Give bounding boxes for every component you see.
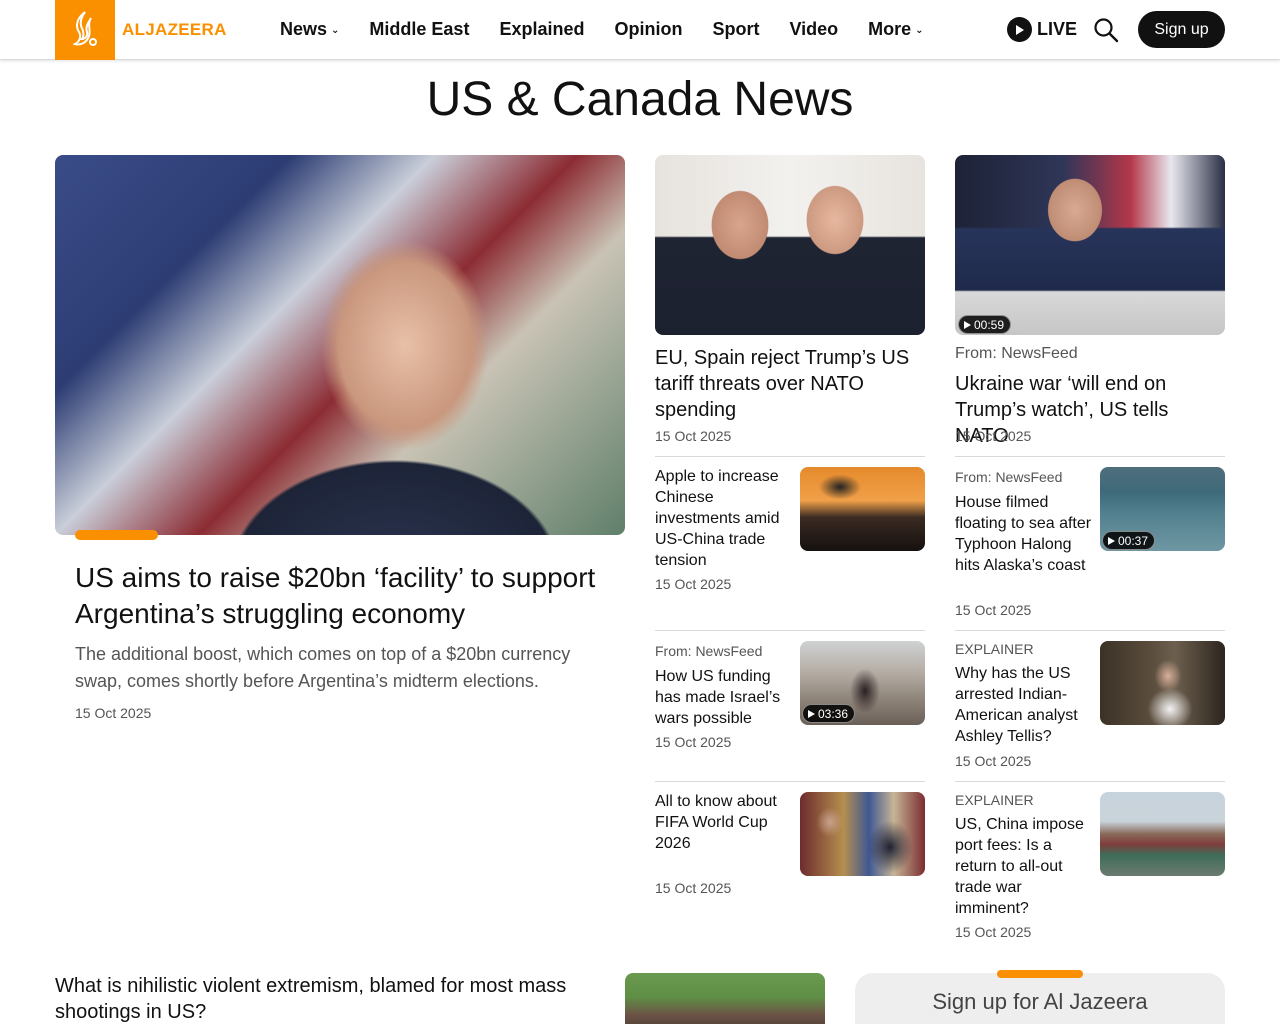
small-card-date: 15 Oct 2025 — [655, 734, 732, 750]
small-card-label: EXPLAINER — [955, 641, 1034, 657]
small-card-headline[interactable]: How US funding has made Israel’s wars po… — [655, 666, 793, 729]
divider — [655, 456, 925, 457]
divider — [655, 630, 925, 631]
signup-button[interactable]: Sign up — [1138, 11, 1225, 48]
newsletter-title: Sign up for Al Jazeera — [932, 989, 1148, 1014]
nav-label: Video — [789, 19, 839, 39]
divider — [955, 781, 1225, 782]
card-image[interactable]: 00:59 — [955, 155, 1225, 335]
hero-date: 15 Oct 2025 — [75, 705, 152, 721]
small-card-image[interactable] — [800, 467, 925, 551]
small-card-image[interactable]: 00:37 — [1100, 467, 1225, 551]
nav-item-more[interactable]: More ⌄ — [868, 19, 923, 40]
nav-label: Opinion — [614, 19, 683, 39]
small-card-date: 15 Oct 2025 — [955, 924, 1032, 940]
nav-label: News — [280, 19, 328, 39]
small-card-date: 15 Oct 2025 — [955, 753, 1032, 769]
small-card-label: EXPLAINER — [955, 792, 1034, 808]
card-headline[interactable]: EU, Spain reject Trump’s US tariff threa… — [655, 345, 925, 423]
chevron-down-icon: ⌄ — [915, 25, 924, 36]
video-duration-badge: 00:37 — [1102, 531, 1156, 550]
small-card-headline[interactable]: Why has the US arrested Indian-American … — [955, 663, 1093, 747]
chevron-down-icon: ⌄ — [331, 25, 340, 36]
nav-item-opinion[interactable]: Opinion — [614, 19, 682, 40]
play-icon — [964, 320, 971, 329]
nav-label: More — [868, 19, 912, 39]
small-card-headline[interactable]: US, China impose port fees: Is a return … — [955, 814, 1093, 919]
small-card-image[interactable] — [1100, 792, 1225, 876]
video-duration-badge: 00:59 — [958, 315, 1012, 334]
nav-label: Middle East — [369, 19, 470, 39]
nav-label: Explained — [499, 19, 585, 39]
divider — [955, 630, 1225, 631]
nav-item-video[interactable]: Video — [789, 19, 838, 40]
live-button[interactable]: LIVE — [1007, 17, 1077, 42]
card-source: From: NewsFeed — [955, 345, 1078, 362]
newsletter-accent-bar — [997, 970, 1083, 978]
small-card-source: From: NewsFeed — [655, 643, 763, 659]
small-card-headline[interactable]: All to know about FIFA World Cup 2026 — [655, 791, 793, 854]
small-card-image[interactable]: 03:36 — [800, 641, 925, 725]
divider — [655, 781, 925, 782]
small-card-date: 15 Oct 2025 — [955, 602, 1032, 618]
card-date: 15 Oct 2025 — [955, 428, 1032, 444]
logo-wordmark[interactable]: ALJAZEERA — [122, 20, 227, 40]
hero-accent-bar — [75, 530, 158, 540]
play-icon — [1007, 17, 1032, 42]
divider — [955, 456, 1225, 457]
small-card-date: 15 Oct 2025 — [655, 576, 732, 592]
duration-label: 00:37 — [1118, 533, 1149, 548]
duration-label: 00:59 — [974, 317, 1005, 332]
nav-item-middle-east[interactable]: Middle East — [369, 19, 469, 40]
bottom-image[interactable] — [625, 973, 825, 1024]
play-icon — [1108, 536, 1115, 545]
play-icon — [808, 709, 815, 718]
small-card-source: From: NewsFeed — [955, 469, 1063, 485]
page-title: US & Canada News — [426, 73, 854, 126]
top-navigation: ALJAZEERA News ⌄ Middle East Explained Op… — [0, 0, 1280, 60]
hero-image[interactable] — [55, 155, 625, 535]
live-label: LIVE — [1037, 19, 1078, 39]
main-menu: News ⌄ Middle East Explained Opinion Spor… — [280, 19, 954, 40]
small-card-date: 15 Oct 2025 — [655, 880, 732, 896]
small-card-headline[interactable]: Apple to increase Chinese investments am… — [655, 466, 793, 571]
small-card-image[interactable] — [800, 792, 925, 876]
hero-headline[interactable]: US aims to raise $20bn ‘facility’ to sup… — [75, 560, 615, 632]
small-card-headline[interactable]: House filmed floating to sea after Typho… — [955, 492, 1093, 576]
small-card-image[interactable] — [1100, 641, 1225, 725]
nav-label: Sport — [712, 19, 760, 39]
hero-summary: The additional boost, which comes on top… — [75, 644, 571, 691]
nav-item-sport[interactable]: Sport — [712, 19, 759, 40]
duration-label: 03:36 — [818, 706, 849, 721]
card-date: 15 Oct 2025 — [655, 428, 732, 444]
bottom-headline[interactable]: What is nihilistic violent extremism, bl… — [55, 973, 595, 1024]
search-icon[interactable] — [1093, 17, 1119, 43]
aljazeera-logo-icon[interactable] — [55, 0, 115, 60]
nav-item-news[interactable]: News ⌄ — [280, 19, 339, 40]
card-image[interactable] — [655, 155, 925, 335]
nav-item-explained[interactable]: Explained — [499, 19, 584, 40]
video-duration-badge: 03:36 — [802, 704, 856, 723]
